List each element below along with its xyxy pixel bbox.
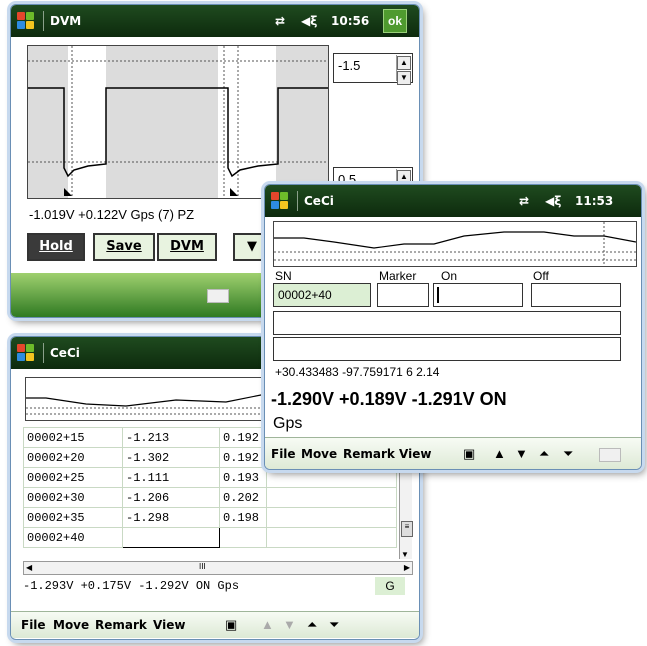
list-menubar: File Move Remark View ▣ ▲ ▼ ⏶ ⏷ [11,611,419,638]
volume-icon[interactable]: ◀ξ [545,194,561,208]
arrow-down-icon[interactable]: ▼ [283,617,296,632]
table-cell-off[interactable] [219,527,267,548]
waveform-plot [27,45,329,199]
scroll-right-icon[interactable]: ▶ [404,563,410,572]
volume-icon[interactable]: ◀ξ [301,14,317,28]
scale-top-value: -1.5 [338,58,361,73]
table-row[interactable]: 00002+35 -1.298 0.198 [23,507,397,528]
table-cell-off[interactable]: 0.193 [219,467,267,488]
table-cell-empty [266,467,397,488]
menu-move[interactable]: Move [301,447,337,461]
table-cell-on[interactable]: -1.111 [122,467,220,488]
table-cell-empty [266,507,397,528]
table-cell-empty [266,487,397,508]
ok-button[interactable]: ok [383,9,407,33]
profile-plot [273,221,637,267]
windows-start-icon[interactable] [17,344,35,362]
remark-field-1[interactable] [273,311,621,335]
ceci-entry-title: CeCi [304,194,334,208]
table-cell-sn[interactable]: 00002+40 [23,527,123,548]
table-cell-off[interactable]: 0.192 [219,427,267,448]
arrow-down-icon[interactable]: ▼ [515,446,528,461]
ceci-clock[interactable]: 11:53 [575,194,613,208]
dvm-readout: -1.019V +0.122V Gps (7) PZ [29,207,195,222]
on-label: On [441,269,458,283]
gps-coordinates: +30.433483 -97.759171 6 2.14 [275,365,440,379]
off-field[interactable] [531,283,621,307]
menu-move[interactable]: Move [53,618,89,632]
table-row[interactable]: 00002+30 -1.206 0.202 [23,487,397,508]
arrow-up-icon[interactable]: ▲ [493,446,506,461]
on-field[interactable] [433,283,523,307]
entry-menubar: File Move Remark View ▣ ▲ ▼ ⏶ ⏷ [265,437,641,469]
marker-label: Marker [379,269,417,283]
table-cell-off[interactable]: 0.202 [219,487,267,508]
dvm-button[interactable]: DVM [157,233,217,261]
dvm-titlebar: DVM ⇄ ◀ξ 10:56 ok [11,5,419,37]
jump-bottom-icon[interactable]: ⏷ [563,446,573,462]
waveform-trace [28,46,328,198]
table-cell-on[interactable]: -1.206 [122,487,220,508]
jump-top-icon[interactable]: ⏶ [307,617,317,633]
scroll-thumb[interactable]: III [199,562,206,571]
scale-top-spinner[interactable]: -1.5 ▲ ▼ [333,53,413,85]
table-cell-off[interactable]: 0.198 [219,507,267,528]
save-disk-icon[interactable]: ▣ [463,446,475,462]
menu-remark[interactable]: Remark [343,447,395,461]
table-cell-sn[interactable]: 00002+30 [23,487,123,508]
scroll-thumb-icon[interactable]: ≡ [401,521,413,537]
table-cell-on[interactable]: -1.302 [122,447,220,468]
windows-start-icon[interactable] [271,192,289,210]
table-row[interactable]: 00002+25 -1.111 0.193 [23,467,397,488]
spin-up-icon[interactable]: ▲ [397,170,411,184]
voltage-readout: -1.290V +0.189V -1.291V ON [271,389,507,409]
marker-field[interactable] [377,283,429,307]
scroll-down-icon[interactable]: ▼ [401,550,409,559]
list-status-readout: -1.293V +0.175V -1.292V ON Gps [23,579,240,593]
scroll-left-icon[interactable]: ◀ [26,563,32,572]
jump-top-icon[interactable]: ⏶ [539,446,549,462]
sn-label: SN [275,269,292,283]
table-cell-on[interactable]: -1.298 [122,507,220,528]
table-row[interactable]: 00002+40 [23,527,397,548]
sn-field[interactable]: 00002+40 [273,283,371,307]
off-label: Off [533,269,549,283]
table-cell-sn[interactable]: 00002+35 [23,507,123,528]
table-cell-sn[interactable]: 00002+25 [23,467,123,488]
sn-value: 00002+40 [278,288,332,302]
dvm-clock[interactable]: 10:56 [331,14,369,28]
remark-field-2[interactable] [273,337,621,361]
menu-file[interactable]: File [271,447,296,461]
jump-bottom-icon[interactable]: ⏷ [329,617,339,633]
gps-indicator: G [375,577,405,595]
save-disk-icon[interactable]: ▣ [225,617,237,633]
arrow-up-icon[interactable]: ▲ [261,617,274,632]
hold-button[interactable]: Hold [27,233,85,261]
menu-remark[interactable]: Remark [95,618,147,632]
spin-up-icon[interactable]: ▲ [397,56,411,70]
ceci-list-title: CeCi [50,346,80,360]
table-cell-sn[interactable]: 00002+20 [23,447,123,468]
menu-file[interactable]: File [21,618,46,632]
menu-view[interactable]: View [153,618,185,632]
keyboard-icon[interactable] [207,289,229,303]
ceci-entry-titlebar: CeCi ⇄ ◀ξ 11:53 [265,185,641,217]
table-cell-empty [266,527,397,548]
gps-status: Gps [273,415,303,432]
ceci-entry-window: CeCi ⇄ ◀ξ 11:53 SN Marker On Off 00002+4… [264,184,642,470]
spin-down-icon[interactable]: ▼ [397,71,411,85]
table-cell-on[interactable] [122,527,220,548]
table-cell-sn[interactable]: 00002+15 [23,427,123,448]
keyboard-icon[interactable] [599,448,621,462]
menu-view[interactable]: View [399,447,431,461]
table-cell-off[interactable]: 0.192 [219,447,267,468]
connectivity-icon[interactable]: ⇄ [275,14,285,28]
table-cell-on[interactable]: -1.213 [122,427,220,448]
save-button[interactable]: Save [93,233,155,261]
horizontal-scrollbar[interactable]: ◀ III ▶ [23,561,413,575]
connectivity-icon[interactable]: ⇄ [519,194,529,208]
dvm-title: DVM [50,14,82,28]
windows-start-icon[interactable] [17,12,35,30]
